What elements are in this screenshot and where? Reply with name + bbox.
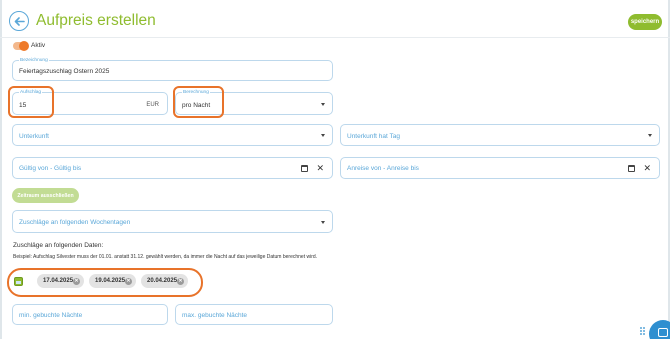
date-chip-label: 17.04.2025 — [43, 278, 74, 284]
back-button[interactable] — [9, 11, 29, 31]
unterkunft-hat-tag-placeholder: Unterkunft hat Tag — [347, 133, 400, 140]
unterkunft-select[interactable]: Unterkunft — [12, 124, 333, 146]
calendar-icon[interactable] — [301, 165, 308, 172]
date-chip-label: 19.04.2025 — [95, 278, 126, 284]
date-chip-label: 20.04.2025 — [147, 278, 178, 284]
date-chip: 19.04.2025 ✕ — [89, 274, 136, 288]
date-chip: 20.04.2025 ✕ — [141, 274, 188, 288]
bezeichnung-label: Bezeichnung — [19, 58, 49, 63]
close-icon[interactable]: ✕ — [316, 164, 324, 173]
save-button[interactable]: speichern — [628, 14, 662, 30]
close-icon[interactable]: ✕ — [73, 277, 80, 285]
active-toggle-label: Aktiv — [31, 42, 46, 49]
calendar-icon[interactable] — [628, 165, 635, 172]
chevron-down-icon — [648, 134, 652, 137]
anreise-placeholder: Anreise von - Anreise bis — [347, 165, 419, 172]
bezeichnung-field[interactable]: Bezeichnung Feiertagszuschlag Ostern 202… — [12, 58, 333, 81]
dates-section-hint: Beispiel: Aufschlag Silvester muss der 0… — [13, 254, 318, 260]
date-chip: 17.04.2025 ✕ — [37, 274, 84, 288]
gueltig-placeholder: Gültig von - Gültig bis — [19, 165, 82, 172]
min-naechte-placeholder: min. gebuchte Nächte — [19, 312, 83, 319]
max-naechte-field[interactable]: max. gebuchte Nächte — [175, 304, 333, 325]
berechnung-value: pro Nacht — [182, 102, 211, 109]
unterkunft-placeholder: Unterkunft — [19, 133, 49, 140]
calendar-icon[interactable] — [14, 277, 23, 286]
gueltig-range-field[interactable]: Gültig von - Gültig bis ✕ — [12, 157, 333, 179]
arrow-left-icon — [14, 16, 25, 26]
chevron-down-icon — [321, 103, 325, 106]
zeitraum-ausschliessen-button[interactable]: Zeitraum ausschließen — [12, 188, 79, 203]
wochentage-select[interactable]: Zuschläge an folgenden Wochentagen — [12, 210, 333, 233]
bezeichnung-value: Feiertagszuschlag Ostern 2025 — [19, 68, 110, 75]
wochentage-placeholder: Zuschläge an folgenden Wochentagen — [19, 219, 131, 226]
close-icon[interactable]: ✕ — [643, 164, 651, 173]
berechnung-select[interactable]: Berechnung pro Nacht — [175, 90, 333, 115]
aufschlag-field[interactable]: Aufschlag 15 EUR — [12, 90, 168, 115]
dates-section-title: Zuschläge an folgenden Daten: — [13, 242, 104, 249]
chevron-down-icon — [321, 134, 325, 137]
min-naechte-field[interactable]: min. gebuchte Nächte — [12, 304, 168, 325]
grip-icon[interactable] — [640, 327, 646, 337]
unterkunft-hat-tag-select[interactable]: Unterkunft hat Tag — [340, 124, 660, 146]
close-icon[interactable]: ✕ — [125, 277, 132, 285]
anreise-range-field[interactable]: Anreise von - Anreise bis ✕ — [340, 157, 660, 179]
chevron-down-icon — [321, 221, 325, 224]
max-naechte-placeholder: max. gebuchte Nächte — [182, 312, 248, 319]
aufschlag-label: Aufschlag — [19, 90, 43, 95]
active-toggle[interactable] — [13, 41, 29, 51]
berechnung-label: Berechnung — [182, 90, 210, 95]
aufschlag-value: 15 — [19, 102, 27, 109]
header-divider — [0, 37, 670, 38]
page-title: Aufpreis erstellen — [36, 12, 156, 29]
aufschlag-unit: EUR — [146, 102, 159, 108]
close-icon[interactable]: ✕ — [177, 277, 184, 285]
